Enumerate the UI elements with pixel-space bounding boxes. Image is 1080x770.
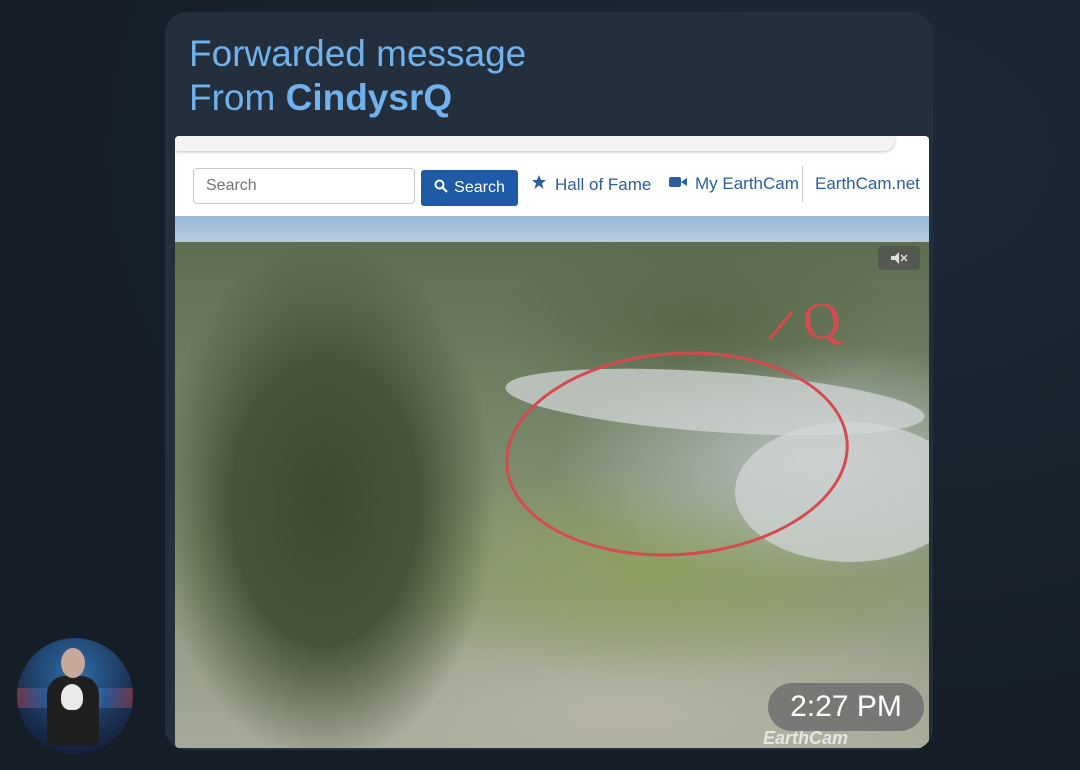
message-time: 2:27 PM — [768, 683, 924, 731]
earthcam-search-button: Search — [421, 170, 518, 206]
hall-of-fame-label: Hall of Fame — [555, 174, 652, 194]
my-earthcam-link: My EarthCam — [669, 174, 799, 194]
q-annotation: Q — [799, 290, 845, 353]
search-icon — [434, 179, 448, 198]
sender-name[interactable]: CindysrQ — [286, 77, 453, 118]
red-arrow-annotation — [768, 310, 794, 341]
video-camera-icon — [669, 174, 687, 194]
star-icon — [531, 174, 547, 195]
avatar-shirt-print — [61, 684, 83, 710]
link-divider — [802, 166, 803, 202]
avatar[interactable] — [17, 638, 133, 754]
message-photo[interactable]: Search Hall of Fame My EarthCam EarthCam… — [175, 136, 929, 748]
camera-view: Q EarthCam — [175, 242, 929, 748]
earthcam-net-link: EarthCam.net — [815, 174, 920, 194]
from-prefix: From — [189, 77, 276, 118]
forwarded-label: Forwarded message — [189, 33, 527, 74]
earthcam-search-input — [193, 168, 415, 204]
earthcam-net-label: EarthCam.net — [815, 174, 920, 193]
avatar-head — [61, 648, 85, 678]
hall-of-fame-link: Hall of Fame — [531, 174, 651, 195]
my-earthcam-label: My EarthCam — [695, 174, 799, 193]
browser-bar — [175, 136, 895, 151]
search-button-label: Search — [454, 179, 505, 196]
mute-icon — [878, 246, 920, 270]
message-bubble: Forwarded message From CindysrQ Search H… — [165, 12, 933, 750]
earthcam-banner — [175, 216, 929, 244]
forward-header: Forwarded message From CindysrQ — [189, 32, 526, 120]
forward-from: From CindysrQ — [189, 76, 526, 120]
earthcam-watermark: EarthCam — [763, 728, 849, 748]
earthcam-header: Search Hall of Fame My EarthCam EarthCam… — [175, 136, 929, 216]
